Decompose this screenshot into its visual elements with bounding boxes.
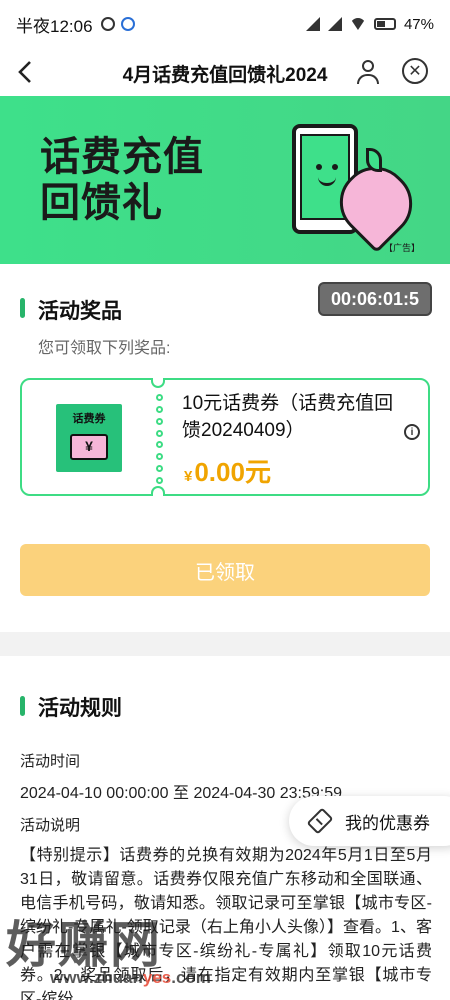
ticket-icon xyxy=(70,434,108,460)
coupon-perforation xyxy=(156,394,164,484)
price-value: 0.00元 xyxy=(194,457,271,487)
coupon-tag-icon xyxy=(306,807,334,835)
watermark: 好赚网 www.zhuanyes.com xyxy=(0,905,450,1000)
section-marker xyxy=(20,696,25,716)
banner-line-1: 话费充值 xyxy=(40,135,204,179)
banner-line-2: 回馈礼 xyxy=(40,181,163,225)
watermark-url: www.zhuanyes.com xyxy=(50,968,211,988)
banner-headline: 话费充值 回馈礼 xyxy=(40,134,204,226)
prize-section-title: 活动奖品 xyxy=(38,300,122,323)
watermark-url-suffix: .com xyxy=(171,968,211,987)
watermark-url-highlight: yes xyxy=(142,968,172,987)
page-title: 4月话费充值回馈礼2024 xyxy=(122,65,328,86)
wifi-icon xyxy=(349,18,366,30)
chevron-left-icon xyxy=(18,61,31,83)
app-icon xyxy=(120,17,135,31)
status-bar: 半夜12:06 47% xyxy=(0,0,450,48)
currency-symbol: ¥ xyxy=(184,468,193,485)
coupon-price: ¥0.00元 xyxy=(184,452,271,489)
coupon-image: 话费券 xyxy=(56,404,122,472)
signal-icon xyxy=(305,17,320,31)
coupon-card[interactable]: 话费券 10元话费券（话费充值回馈20240409） ¥0.00元 i xyxy=(20,378,430,496)
user-icon[interactable] xyxy=(354,58,382,86)
nav-bar: 4月话费充值回馈礼2024 ✕ xyxy=(0,48,450,96)
status-time: 半夜12:06 xyxy=(16,16,93,36)
activity-desc-label: 活动说明 xyxy=(20,817,81,834)
back-button[interactable] xyxy=(0,48,50,96)
coupon-image-label: 话费券 xyxy=(72,413,106,425)
coupon-notch xyxy=(151,378,165,388)
info-icon[interactable]: i xyxy=(404,424,420,440)
my-coupons-button[interactable]: 我的优惠券 xyxy=(289,796,450,846)
ad-banner[interactable]: 话费充值 回馈礼 【广告】 xyxy=(0,96,450,264)
watermark-url-prefix: www.zhuan xyxy=(50,968,143,987)
rules-section-title: 活动规则 xyxy=(38,697,122,720)
section-marker xyxy=(20,298,25,318)
coupon-name: 10元话费券（话费充值回馈20240409） xyxy=(182,393,394,441)
battery-percent: 47% xyxy=(403,15,434,33)
prize-subtitle: 您可领取下列奖品: xyxy=(38,340,171,357)
activity-time-label: 活动时间 xyxy=(20,753,81,770)
ad-label: 【广告】 xyxy=(383,243,420,253)
countdown-timer: 00:06:01:5 xyxy=(318,282,432,316)
watermark-text: 好赚网 xyxy=(6,917,162,973)
battery-icon xyxy=(373,18,396,30)
my-coupons-label: 我的优惠券 xyxy=(345,813,430,833)
status-right: 47% xyxy=(305,15,434,33)
clock-icon xyxy=(100,17,115,31)
close-icon[interactable]: ✕ xyxy=(402,58,428,84)
signal-icon xyxy=(327,17,342,31)
claimed-button[interactable]: 已领取 xyxy=(20,544,430,596)
section-divider xyxy=(0,632,450,656)
coupon-notch xyxy=(151,486,165,496)
activity-time-value: 2024-04-10 00:00:00 至 2024-04-30 23:59:5… xyxy=(20,785,343,802)
